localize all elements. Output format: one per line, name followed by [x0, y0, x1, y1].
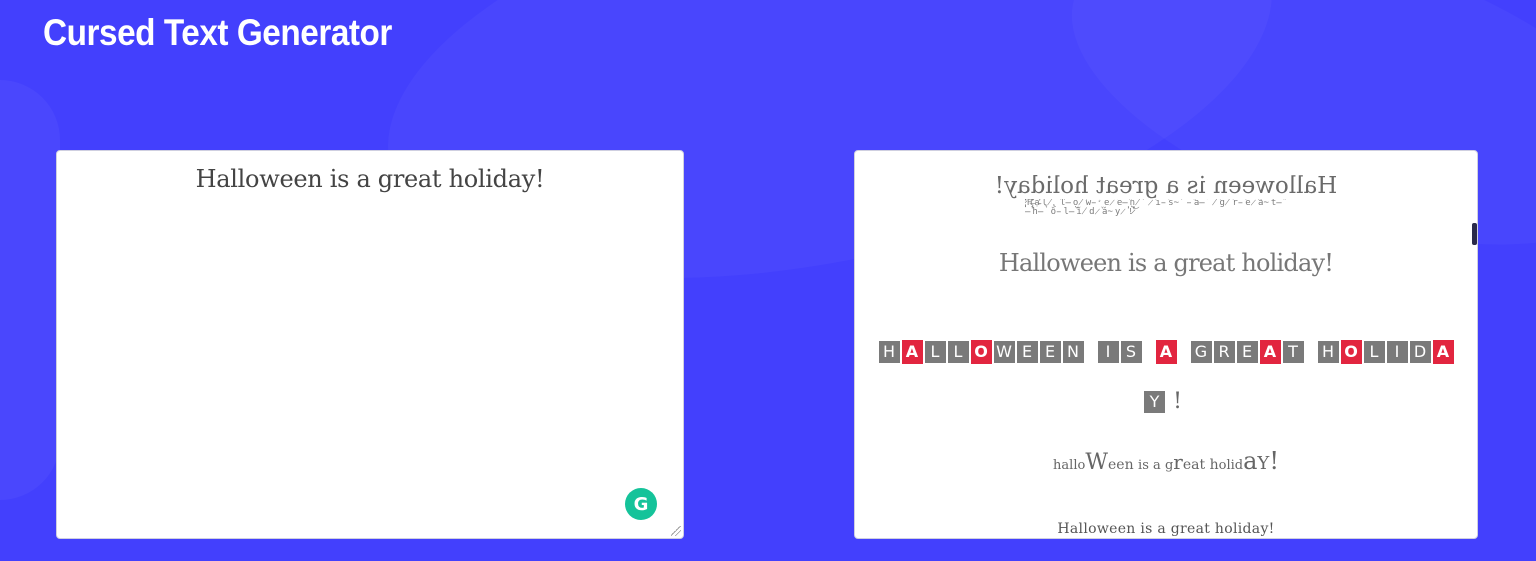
boxed-letter: W — [993, 340, 1015, 363]
boxed-letter: E — [1039, 340, 1061, 363]
boxed-letter — [1306, 341, 1316, 363]
wave-letter: n — [1124, 457, 1134, 473]
grammarly-icon[interactable]: G — [625, 488, 657, 520]
boxed-letter — [1086, 341, 1096, 363]
resize-handle-icon[interactable] — [671, 526, 681, 536]
boxed-letter: A — [1259, 339, 1281, 364]
wave-letter: d — [1234, 458, 1244, 473]
output-boxed-text[interactable]: HALLOWEEN IS A GREAT H O L I D AY! — [871, 327, 1461, 427]
wave-letter: s — [1142, 458, 1149, 473]
boxed-letter: R — [1213, 340, 1235, 363]
boxed-letter: S — [1120, 340, 1142, 363]
boxed-letter: H — [1317, 340, 1339, 363]
wave-letter: h — [1209, 457, 1219, 473]
output-panel: Halloween is a great holiday! ̷̡̛͎̜͉̘̓͂̈… — [854, 150, 1478, 539]
wave-letter: r — [1173, 450, 1183, 474]
wave-letter: a — [1153, 458, 1161, 473]
boxed-letter: D — [1409, 340, 1431, 363]
wave-letter: g — [1164, 458, 1174, 473]
boxed-letter: A — [1155, 339, 1177, 364]
wave-letter: W — [1085, 450, 1108, 475]
boxed-letter: E — [1236, 340, 1258, 363]
boxed-letter: O — [970, 339, 992, 364]
scrollbar-thumb[interactable] — [1472, 223, 1477, 245]
boxed-letter: L — [924, 340, 946, 363]
wave-letter: ! — [1269, 447, 1279, 475]
input-textarea[interactable]: Halloween is a great holiday! G — [56, 150, 684, 539]
boxed-letter: N — [1062, 340, 1084, 363]
wave-letter: h — [1053, 458, 1062, 473]
page-title: Cursed Text Generator — [43, 12, 392, 53]
boxed-letter: A — [1432, 339, 1454, 364]
wave-letter: e — [1182, 457, 1192, 473]
output-zalgo-text[interactable]: Halloween is a great holiday! — [855, 249, 1477, 277]
boxed-letter: O — [1340, 339, 1362, 364]
output-waves-text[interactable]: halloWeen is a great holidaY! — [855, 447, 1477, 475]
boxed-letter: T — [1282, 340, 1304, 363]
boxed-letter: G — [1190, 340, 1212, 363]
boxed-letter: I — [1386, 340, 1408, 363]
wave-letter: Y — [1257, 453, 1270, 474]
output-plain-text[interactable]: Halloween is a great holiday! — [855, 521, 1477, 537]
input-text[interactable]: Halloween is a great holiday! — [57, 165, 683, 193]
wave-letter: a — [1061, 458, 1070, 473]
boxed-letter: H — [878, 340, 900, 363]
boxed-letter: Y — [1144, 390, 1165, 413]
boxed-letter: L — [947, 340, 969, 363]
wave-letter: e — [1107, 457, 1117, 473]
boxed-letter: I — [1097, 340, 1119, 363]
wave-letter: o — [1218, 458, 1227, 473]
wave-letter: a — [1243, 447, 1258, 475]
boxed-letter — [1144, 341, 1154, 363]
output-mirrored-text[interactable]: Halloween is a great holiday! — [855, 173, 1477, 199]
boxed-letter: E — [1016, 340, 1038, 363]
boxed-letter: L — [1363, 340, 1385, 363]
boxed-letter — [1179, 341, 1189, 363]
wave-letter: e — [1116, 457, 1125, 473]
wave-letter: o — [1077, 458, 1086, 473]
wave-letter: a — [1191, 457, 1200, 473]
boxed-letter: A — [901, 339, 923, 364]
boxed-letter: ! — [1173, 388, 1182, 414]
background-shape — [0, 80, 60, 500]
